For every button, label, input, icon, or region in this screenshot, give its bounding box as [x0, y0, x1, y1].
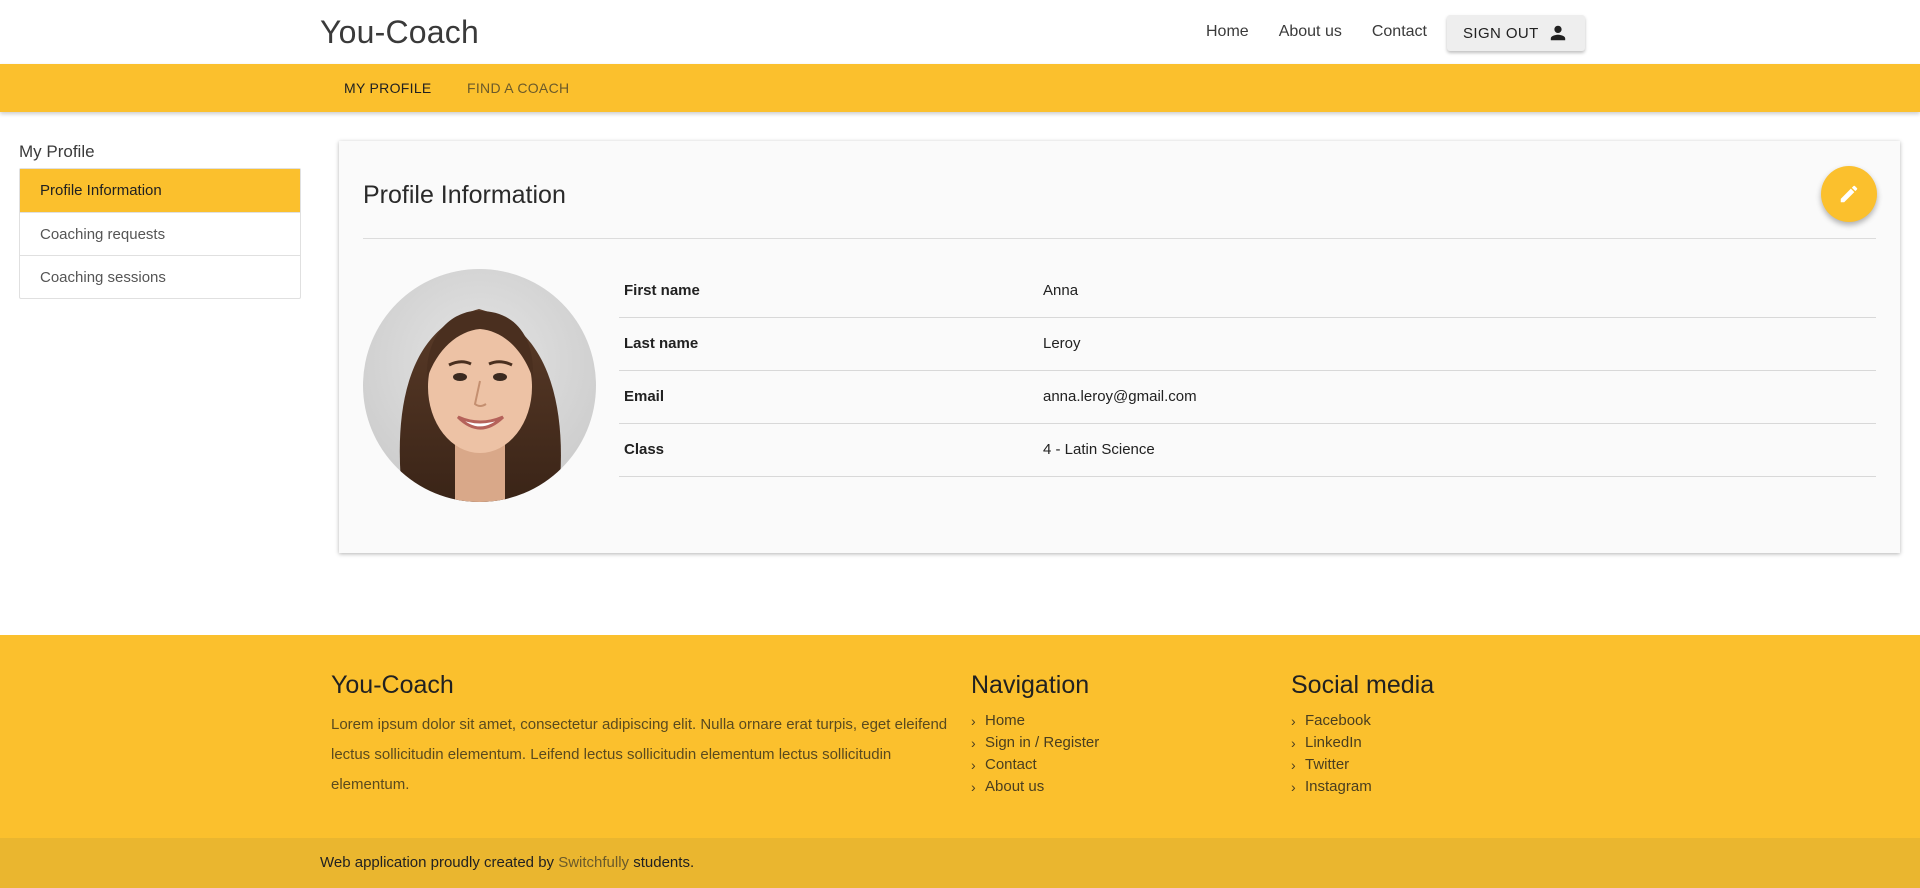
chevron-right-icon: ›	[1291, 713, 1296, 729]
brand-logo[interactable]: You-Coach	[320, 14, 479, 51]
top-header: You-Coach Home About us Contact SIGN OUT	[0, 0, 1920, 64]
card-divider	[363, 238, 1876, 239]
footer-link-label: Sign in / Register	[985, 734, 1100, 751]
sidebar-menu: Profile Information Coaching requests Co…	[19, 168, 301, 299]
info-row-class: Class 4 - Latin Science	[619, 424, 1876, 477]
chevron-right-icon: ›	[971, 779, 976, 795]
info-label: Last name	[624, 335, 699, 352]
person-icon	[1550, 25, 1566, 41]
chevron-right-icon: ›	[1291, 735, 1296, 751]
info-value: Anna	[1043, 282, 1079, 299]
credit-text: Web application proudly created by Switc…	[320, 854, 694, 871]
edit-profile-button[interactable]	[1821, 166, 1877, 222]
footer-navigation: Navigation › Home › Sign in / Register › Co…	[971, 671, 1099, 798]
bottom-credit-bar: Web application proudly created by Switc…	[0, 838, 1920, 888]
footer-link-facebook[interactable]: › Facebook	[1291, 710, 1434, 732]
footer-link-label: Home	[985, 712, 1026, 729]
credit-suffix: students.	[633, 854, 695, 871]
info-label: First name	[624, 282, 700, 299]
sidebar-item-coaching-requests[interactable]: Coaching requests	[20, 212, 300, 255]
sidebar-title: My Profile	[19, 142, 95, 161]
footer-link-linkedin[interactable]: › LinkedIn	[1291, 732, 1434, 754]
switchfully-link[interactable]: Switchfully	[558, 854, 629, 871]
footer-link-twitter[interactable]: › Twitter	[1291, 754, 1434, 776]
pencil-icon	[1840, 185, 1858, 203]
info-value: Leroy	[1043, 335, 1081, 352]
nav-link-contact[interactable]: Contact	[1372, 23, 1427, 41]
footer-link-label: Facebook	[1305, 712, 1371, 729]
info-value: anna.leroy@gmail.com	[1043, 388, 1197, 405]
footer-link-contact[interactable]: › Contact	[971, 754, 1099, 776]
chevron-right-icon: ›	[1291, 757, 1296, 773]
sidebar-item-coaching-sessions[interactable]: Coaching sessions	[20, 255, 300, 298]
top-nav: Home About us Contact	[1206, 0, 1457, 64]
footer-link-label: LinkedIn	[1305, 734, 1362, 751]
footer-link-instagram[interactable]: › Instagram	[1291, 776, 1434, 798]
info-row-last-name: Last name Leroy	[619, 318, 1876, 371]
sidebar-item-profile-information[interactable]: Profile Information	[20, 169, 300, 212]
info-row-email: Email anna.leroy@gmail.com	[619, 371, 1876, 424]
sign-out-label: SIGN OUT	[1463, 24, 1539, 42]
footer-link-label: Contact	[985, 756, 1037, 773]
footer-link-label: Instagram	[1305, 778, 1372, 795]
tab-find-a-coach[interactable]: FIND A COACH	[467, 64, 569, 112]
chevron-right-icon: ›	[971, 735, 976, 751]
profile-avatar	[363, 269, 596, 502]
footer-link-about-us[interactable]: › About us	[971, 776, 1099, 798]
footer-link-sign-in[interactable]: › Sign in / Register	[971, 732, 1099, 754]
info-label: Email	[624, 388, 665, 405]
chevron-right-icon: ›	[971, 713, 976, 729]
chevron-right-icon: ›	[1291, 779, 1296, 795]
footer-social-title: Social media	[1291, 671, 1435, 699]
profile-info-table: First name Anna Last name Leroy Email an…	[619, 265, 1876, 477]
footer-link-label: About us	[985, 778, 1045, 795]
credit-prefix: Web application proudly created by	[320, 854, 555, 871]
footer: You-Coach Lorem ipsum dolor sit amet, co…	[0, 635, 1920, 838]
sign-out-button[interactable]: SIGN OUT	[1447, 15, 1585, 51]
footer-description: Lorem ipsum dolor sit amet, consectetur …	[331, 716, 948, 793]
chevron-right-icon: ›	[971, 757, 976, 773]
footer-link-home[interactable]: › Home	[971, 710, 1099, 732]
footer-about: You-Coach Lorem ipsum dolor sit amet, co…	[331, 671, 951, 800]
tab-my-profile[interactable]: MY PROFILE	[344, 64, 432, 112]
nav-link-home[interactable]: Home	[1206, 23, 1249, 41]
footer-link-label: Twitter	[1305, 756, 1350, 773]
nav-link-about-us[interactable]: About us	[1279, 23, 1342, 41]
footer-social: Social media › Facebook › LinkedIn › Twitte…	[1291, 671, 1434, 798]
info-row-first-name: First name Anna	[619, 265, 1876, 318]
footer-brand: You-Coach	[331, 671, 454, 699]
info-value: 4 - Latin Science	[1043, 441, 1155, 458]
profile-card: Profile Information First name Anna Last…	[339, 141, 1900, 553]
info-label: Class	[624, 441, 665, 458]
card-title: Profile Information	[363, 181, 566, 209]
sub-nav-bar: MY PROFILE FIND A COACH	[0, 64, 1920, 112]
footer-navigation-title: Navigation	[971, 671, 1090, 699]
